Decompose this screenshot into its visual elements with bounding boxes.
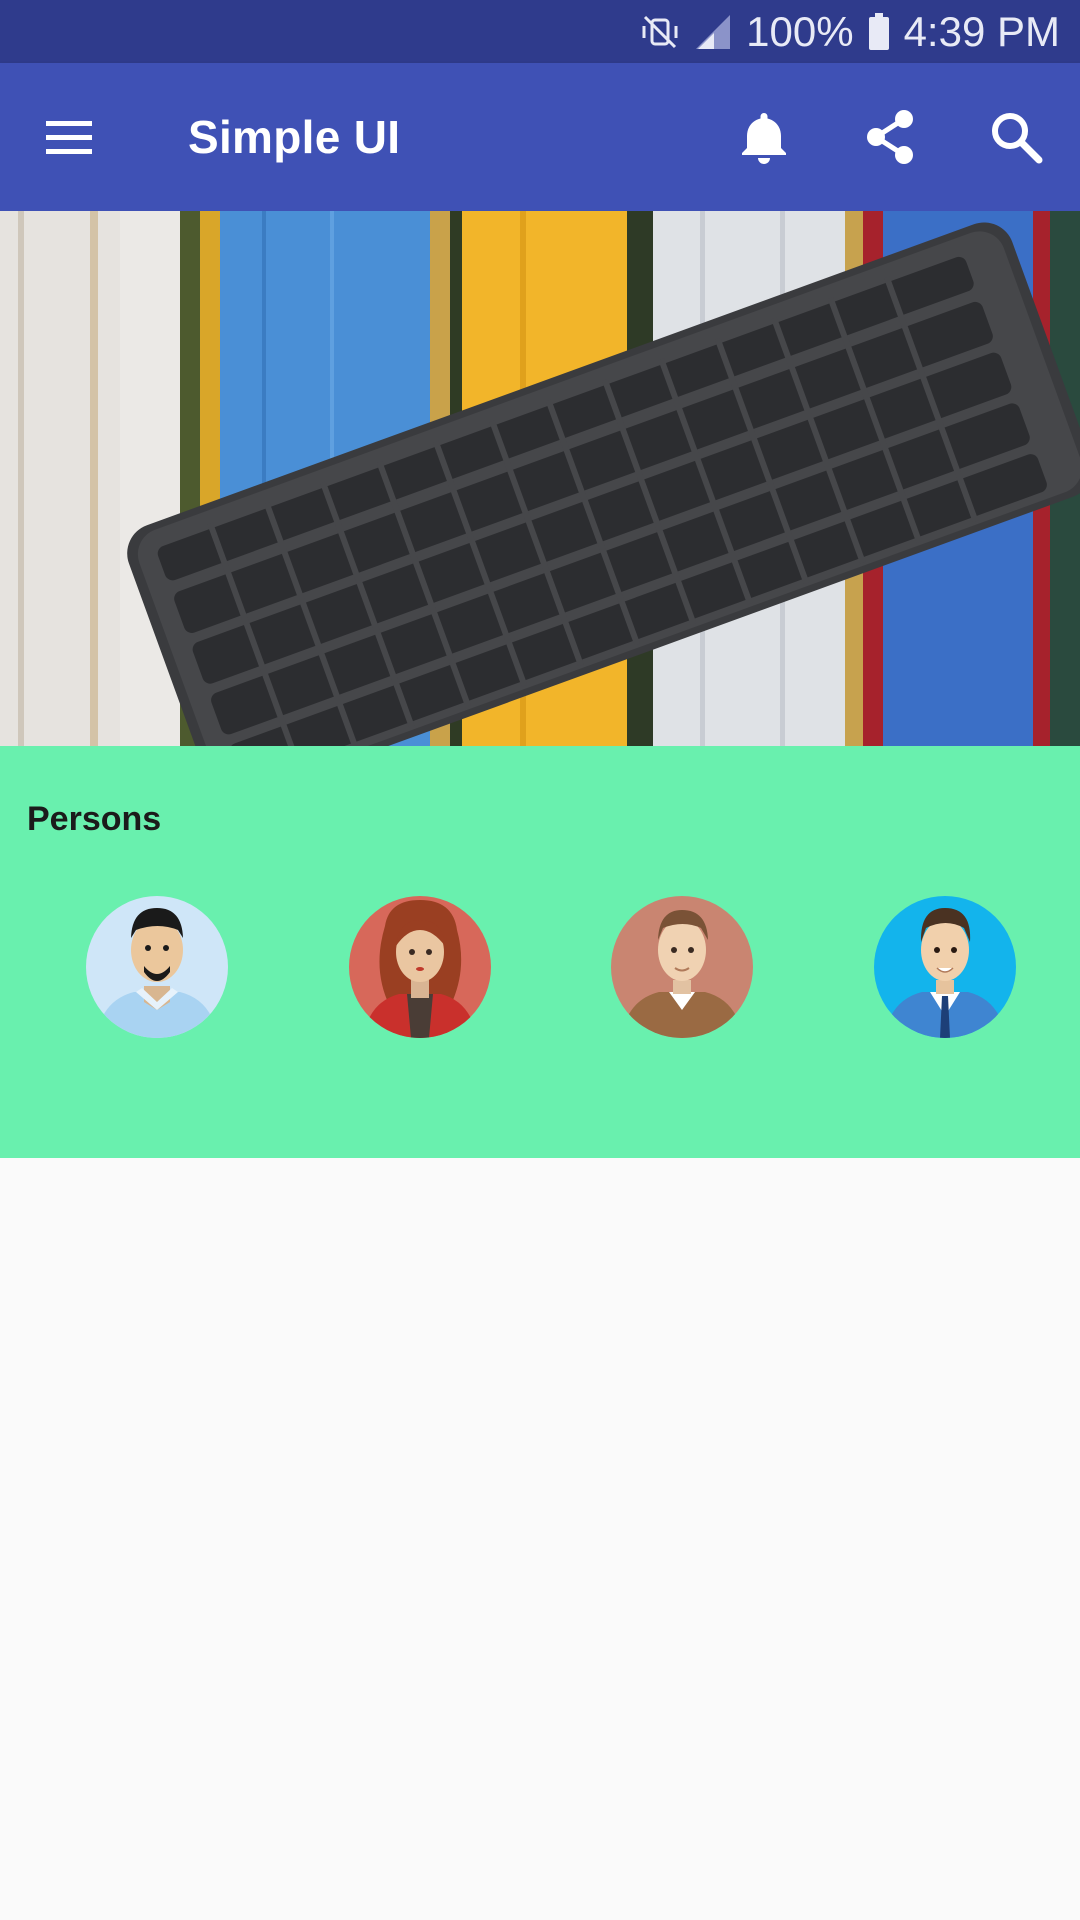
avatar-man-brown-suit[interactable]	[611, 896, 753, 1038]
avatar-man-blue-suit[interactable]	[874, 896, 1016, 1038]
app-bar: Simple UI	[0, 63, 1080, 211]
hero-image	[0, 211, 1080, 748]
clock: 4:39 PM	[903, 7, 1060, 55]
status-bar: 100% 4:39 PM	[0, 0, 1080, 63]
vibrate-mute-icon	[640, 12, 680, 52]
persons-section: Persons	[0, 746, 1080, 1158]
battery-icon	[868, 12, 890, 51]
app-title: Simple UI	[188, 111, 401, 163]
persons-heading: Persons	[27, 800, 162, 838]
menu-icon[interactable]	[38, 107, 98, 167]
avatar-woman-red-hair[interactable]	[349, 896, 491, 1038]
search-icon[interactable]	[984, 105, 1048, 169]
bell-icon[interactable]	[732, 105, 796, 169]
signal-icon	[694, 13, 732, 51]
share-icon[interactable]	[858, 105, 922, 169]
battery-percentage: 100%	[746, 7, 854, 55]
avatar-man-goatee[interactable]	[86, 896, 228, 1038]
